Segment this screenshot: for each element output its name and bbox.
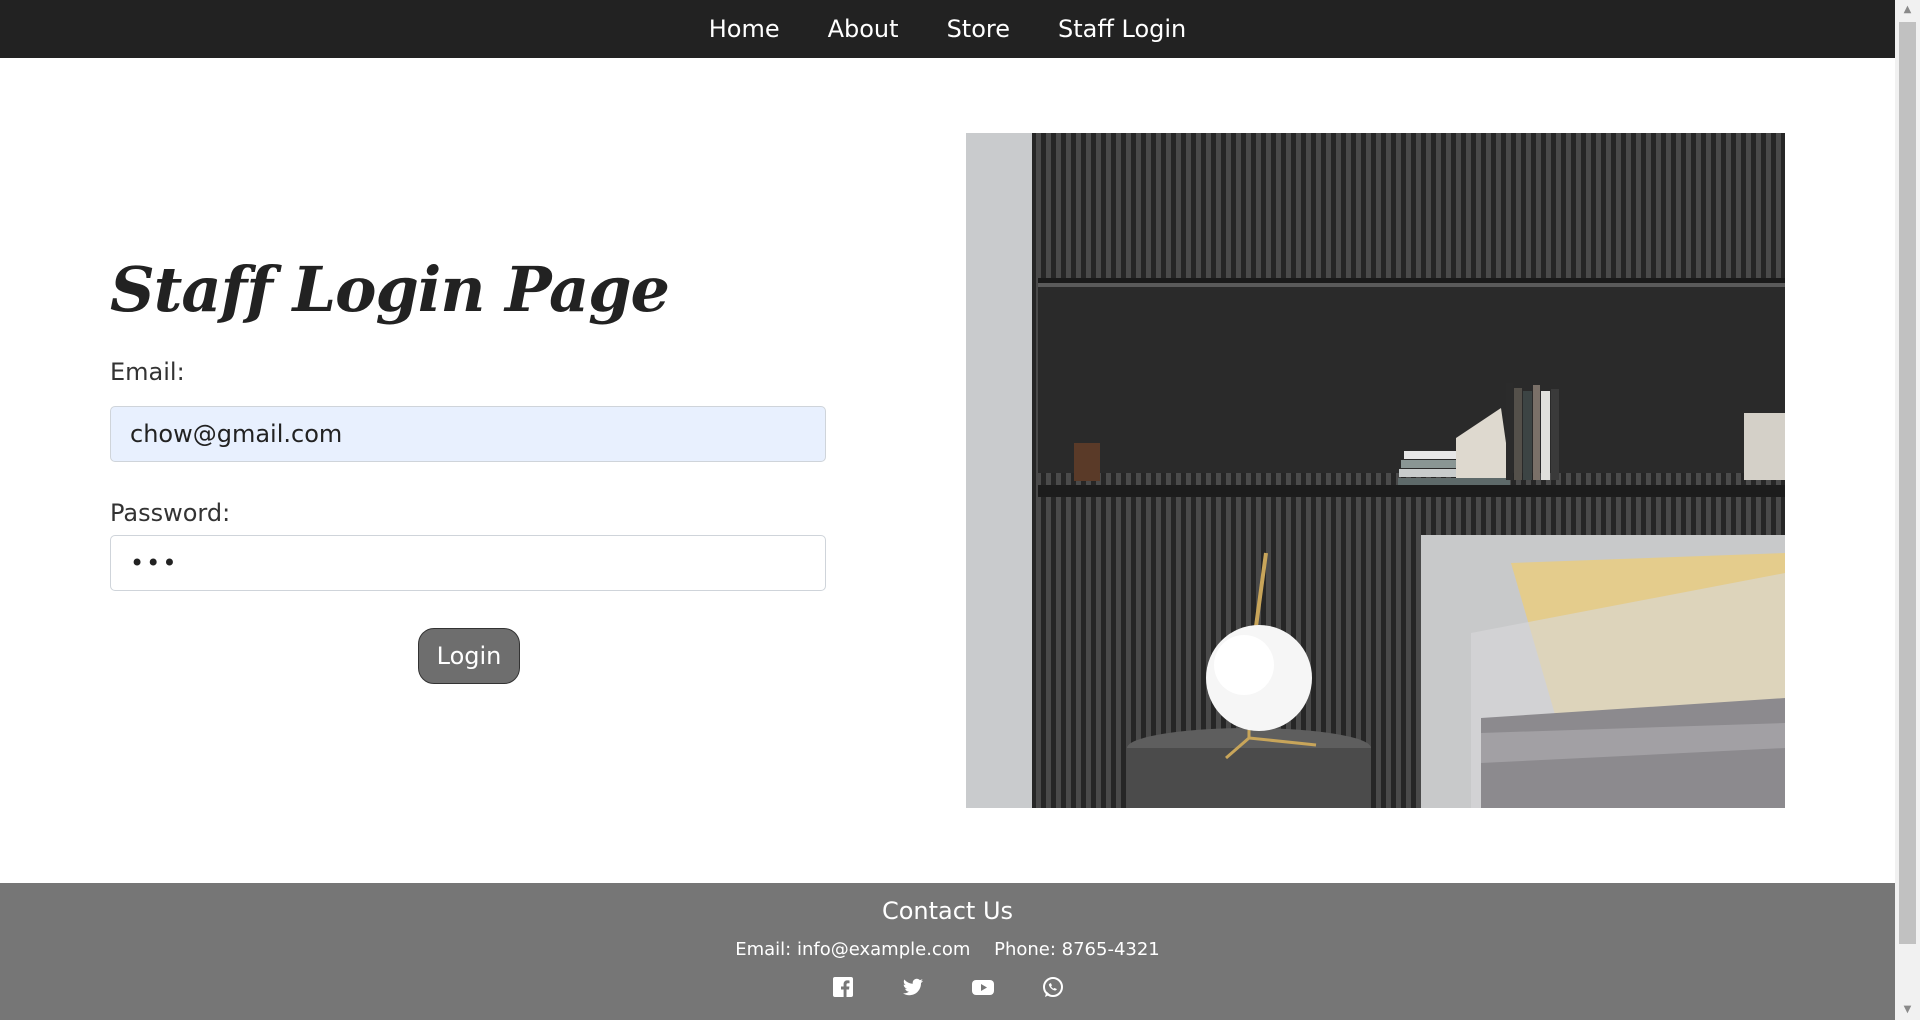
whatsapp-icon[interactable] — [1041, 975, 1065, 999]
email-input[interactable] — [110, 406, 826, 462]
bedroom-photo — [966, 133, 1785, 808]
social-links — [0, 975, 1895, 999]
facebook-icon[interactable] — [831, 975, 855, 999]
page-title: Staff Login Page — [110, 253, 670, 326]
nav-home[interactable]: Home — [709, 15, 780, 43]
email-label: Email: — [110, 358, 185, 386]
nav-store[interactable]: Store — [947, 15, 1010, 43]
contact-info: Email: info@example.com Phone: 8765-4321 — [0, 939, 1895, 960]
top-navbar: Home About Store Staff Login — [0, 0, 1895, 58]
password-input[interactable]: ••• — [110, 535, 826, 591]
nav-about[interactable]: About — [828, 15, 899, 43]
footer-heading: Contact Us — [881, 897, 1014, 925]
contact-email: Email: info@example.com — [735, 939, 971, 960]
main-content: Staff Login Page Email: Password: ••• Lo… — [0, 58, 1895, 883]
youtube-icon[interactable] — [971, 975, 995, 999]
nav-staff-login[interactable]: Staff Login — [1058, 15, 1186, 43]
contact-phone: Phone: 8765-4321 — [994, 939, 1160, 960]
scrollbar-thumb[interactable] — [1899, 22, 1916, 944]
login-button[interactable]: Login — [418, 628, 520, 684]
scroll-up-arrow-icon[interactable]: ▲ — [1895, 0, 1920, 20]
scroll-down-arrow-icon[interactable]: ▼ — [1895, 1000, 1920, 1020]
footer: Contact Us Email: info@example.com Phone… — [0, 883, 1895, 1020]
password-label: Password: — [110, 499, 231, 527]
page-scrollbar[interactable]: ▲ ▼ — [1895, 0, 1920, 1020]
twitter-icon[interactable] — [901, 975, 925, 999]
